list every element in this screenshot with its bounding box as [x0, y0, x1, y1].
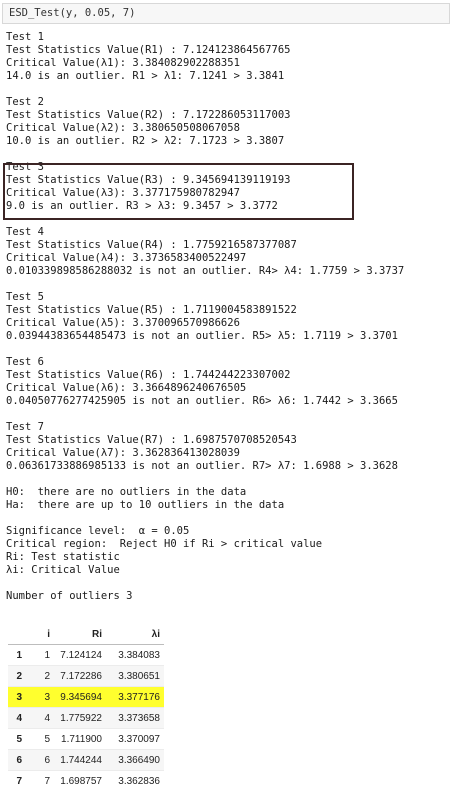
row-index: 5 [8, 729, 26, 750]
test-result: 14.0 is an outlier. R1 > λ1: 7.1241 > 3.… [6, 70, 450, 83]
critical-value: Critical Value(λ2): 3.380650508067058 [6, 122, 450, 135]
row-index: 2 [8, 666, 26, 687]
cell-lambda: 3.370097 [106, 729, 164, 750]
test-result: 9.0 is an outlier. R3 > λ3: 9.3457 > 3.3… [6, 200, 450, 213]
test-statistic: Test Statistics Value(R2) : 7.1722860531… [6, 109, 450, 122]
row-index: 4 [8, 708, 26, 729]
test-statistic: Test Statistics Value(R7) : 1.6987570708… [6, 434, 450, 447]
test-title: Test 3 [6, 161, 450, 174]
null-hypothesis: H0: there are no outliers in the data [6, 486, 450, 499]
test-result: 10.0 is an outlier. R2 > λ2: 7.1723 > 3.… [6, 135, 450, 148]
table-row: 5 5 1.711900 3.370097 [8, 729, 164, 750]
cell-lambda: 3.362836 [106, 771, 164, 791]
significance-level: Significance level: α = 0.05 [6, 525, 450, 538]
cell-i: 1 [26, 645, 54, 666]
table-row: 7 7 1.698757 3.362836 [8, 771, 164, 791]
table-row: 4 4 1.775922 3.373658 [8, 708, 164, 729]
cell-lambda: 3.380651 [106, 666, 164, 687]
code-cell[interactable]: ESD_Test(y, 0.05, 7) [2, 3, 450, 24]
test-title: Test 4 [6, 226, 450, 239]
test-result: 0.03944383654485473 is not an outlier. R… [6, 330, 450, 343]
cell-lambda: 3.373658 [106, 708, 164, 729]
lambda-definition: λi: Critical Value [6, 564, 450, 577]
cell-i: 5 [26, 729, 54, 750]
cell-i: 2 [26, 666, 54, 687]
test-title: Test 7 [6, 421, 450, 434]
row-index: 7 [8, 771, 26, 791]
row-index: 3 [8, 687, 26, 708]
critical-region: Critical region: Reject H0 if Ri > criti… [6, 538, 450, 551]
row-index: 1 [8, 645, 26, 666]
column-header-ri: Ri [54, 624, 106, 645]
cell-lambda: 3.377176 [106, 687, 164, 708]
test-statistic: Test Statistics Value(R1) : 7.1241238645… [6, 44, 450, 57]
cell-ri: 1.744244 [54, 750, 106, 771]
table-row: 2 2 7.172286 3.380651 [8, 666, 164, 687]
cell-i: 7 [26, 771, 54, 791]
table-row-highlighted: 3 3 9.345694 3.377176 [8, 687, 164, 708]
test-statistic: Test Statistics Value(R6) : 1.7442442233… [6, 369, 450, 382]
critical-value: Critical Value(λ1): 3.384082902288351 [6, 57, 450, 70]
table-header-row: i Ri λi [8, 624, 164, 645]
table-row: 1 1 7.124124 3.384083 [8, 645, 164, 666]
critical-value: Critical Value(λ7): 3.362836413028039 [6, 447, 450, 460]
output-area: Test 1 Test Statistics Value(R1) : 7.124… [6, 31, 450, 603]
cell-ri: 7.172286 [54, 666, 106, 687]
test-result: 0.06361733886985133 is not an outlier. R… [6, 460, 450, 473]
table-row: 6 6 1.744244 3.366490 [8, 750, 164, 771]
test-statistic: Test Statistics Value(R4) : 1.7759216587… [6, 239, 450, 252]
cell-lambda: 3.366490 [106, 750, 164, 771]
row-index: 6 [8, 750, 26, 771]
cell-i: 4 [26, 708, 54, 729]
test-title: Test 5 [6, 291, 450, 304]
cell-i: 6 [26, 750, 54, 771]
cell-ri: 7.124124 [54, 645, 106, 666]
test-statistic: Test Statistics Value(R3) : 9.3456941391… [6, 174, 450, 187]
test-title: Test 1 [6, 31, 450, 44]
critical-value: Critical Value(λ3): 3.377175980782947 [6, 187, 450, 200]
test-statistic: Test Statistics Value(R5) : 1.7119004583… [6, 304, 450, 317]
cell-lambda: 3.384083 [106, 645, 164, 666]
cell-ri: 1.698757 [54, 771, 106, 791]
critical-value: Critical Value(λ5): 3.370096570986626 [6, 317, 450, 330]
column-header-lambda: λi [106, 624, 164, 645]
column-header-index [8, 624, 26, 645]
alternative-hypothesis: Ha: there are up to 10 outliers in the d… [6, 499, 450, 512]
critical-value: Critical Value(λ6): 3.3664896240676505 [6, 382, 450, 395]
results-table: i Ri λi 1 1 7.124124 3.384083 2 2 7.1722… [8, 624, 164, 791]
code-text: ESD_Test(y, 0.05, 7) [9, 7, 135, 19]
test-result: 0.010339898586288032 is not an outlier. … [6, 265, 450, 278]
critical-value: Critical Value(λ4): 3.3736583400522497 [6, 252, 450, 265]
test-title: Test 2 [6, 96, 450, 109]
ri-definition: Ri: Test statistic [6, 551, 450, 564]
test-result: 0.04050776277425905 is not an outlier. R… [6, 395, 450, 408]
test-title: Test 6 [6, 356, 450, 369]
cell-ri: 1.775922 [54, 708, 106, 729]
cell-i: 3 [26, 687, 54, 708]
column-header-i: i [26, 624, 54, 645]
outlier-count: Number of outliers 3 [6, 590, 450, 603]
cell-ri: 9.345694 [54, 687, 106, 708]
cell-ri: 1.711900 [54, 729, 106, 750]
